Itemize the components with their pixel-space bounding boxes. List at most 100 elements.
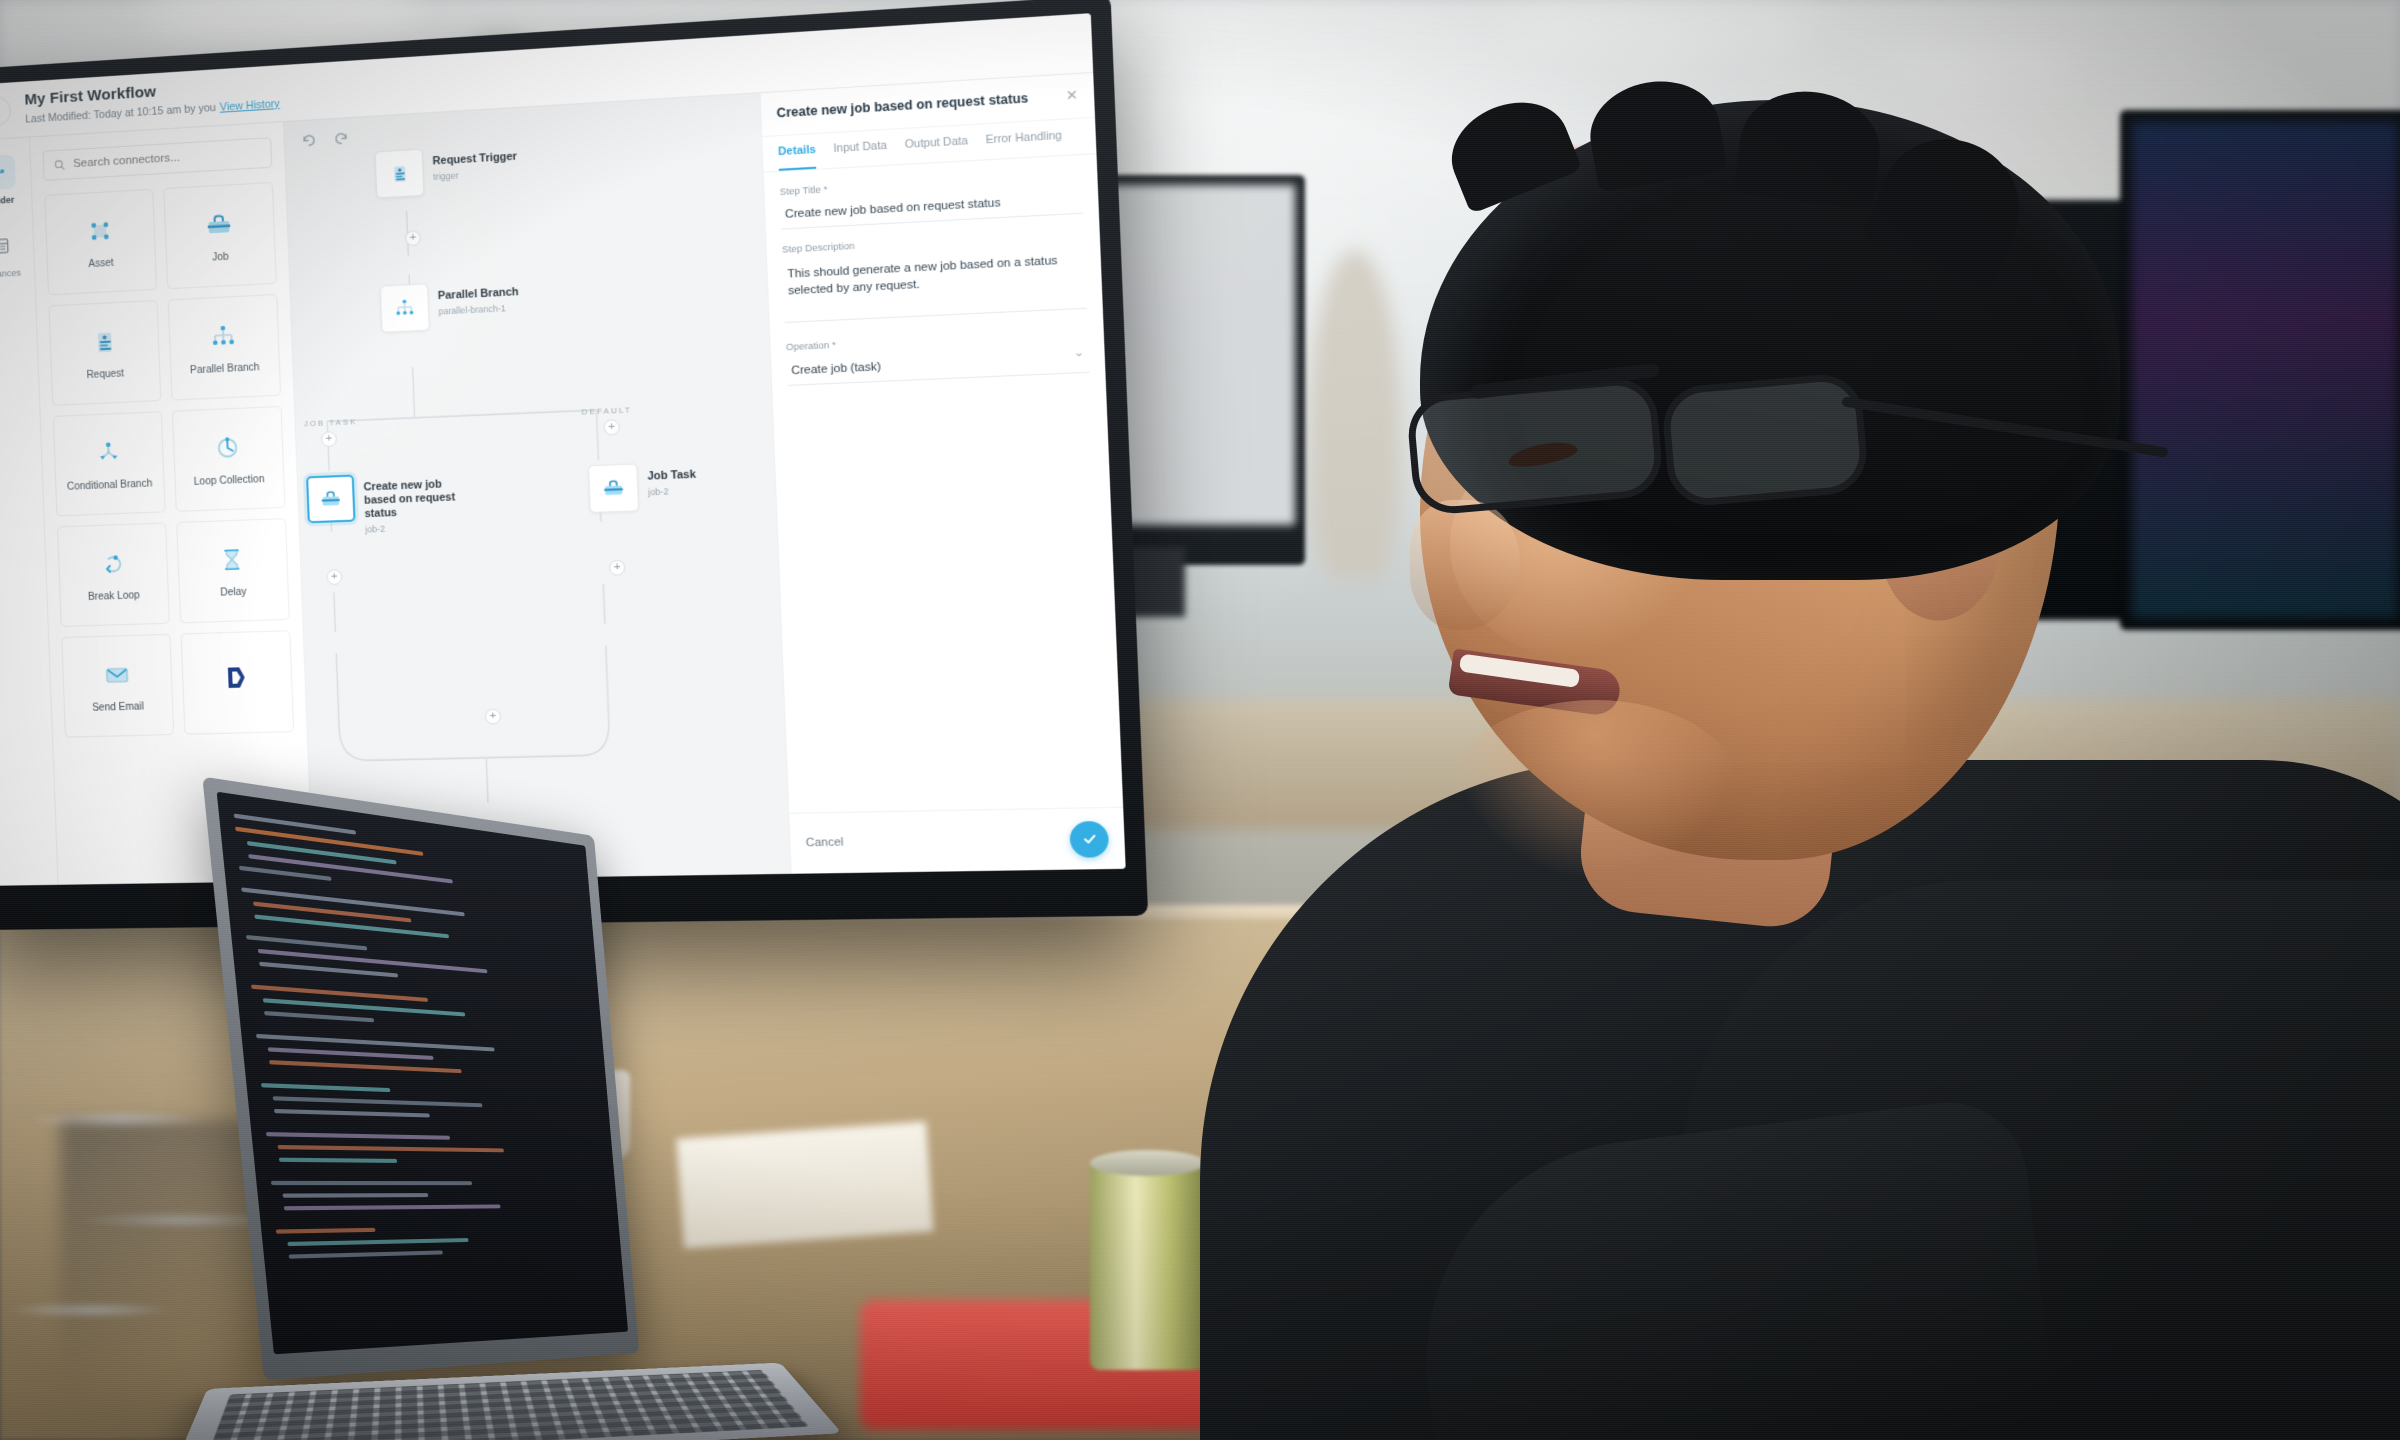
tab-output-data[interactable]: Output Data — [904, 125, 969, 164]
check-icon — [1080, 831, 1098, 847]
close-icon[interactable]: ✕ — [1066, 87, 1079, 105]
job-briefcase-icon — [321, 487, 340, 506]
submit-button[interactable] — [1069, 820, 1110, 858]
add-step-button[interactable]: + — [326, 569, 343, 586]
step-details-panel: Create new job based on request status ✕… — [759, 72, 1126, 874]
request-document-icon — [86, 324, 122, 360]
panel-title: Create new job based on request status — [776, 90, 1029, 121]
palette-card-label: Request — [86, 368, 125, 382]
connector-palette: Asset Job — [29, 122, 314, 885]
canvas-toolbar — [301, 130, 350, 154]
view-history-link[interactable]: View History — [220, 98, 280, 114]
node-title: Request Trigger — [432, 150, 518, 168]
glasses-lens-right — [1660, 371, 1870, 509]
brand-logo-icon — [219, 660, 255, 696]
palette-card-brand[interactable] — [180, 630, 295, 735]
canvas-node-job-task[interactable]: Job Task job-2 — [587, 461, 697, 514]
palette-card-label: Job — [211, 251, 229, 264]
request-document-icon — [394, 166, 406, 182]
palette-card-send-email[interactable]: Send Email — [61, 633, 174, 738]
search-icon — [54, 159, 65, 172]
parallel-branch-icon — [393, 299, 417, 316]
palette-card-label: Conditional Branch — [66, 478, 153, 493]
add-step-button[interactable]: + — [320, 431, 338, 448]
palette-card-label: Delay — [220, 586, 247, 599]
chevron-left-icon — [0, 105, 1, 118]
palette-card-label: Loop Collection — [193, 473, 265, 488]
break-loop-icon — [95, 546, 131, 581]
field-operation: Operation * — [786, 328, 1090, 386]
palette-card-request[interactable]: Request — [48, 299, 161, 406]
palette-card-break-loop[interactable]: Break Loop — [56, 522, 170, 627]
workflow-builder-app: My First Workflow Last Modified: Today a… — [0, 13, 1126, 886]
primary-monitor: My First Workflow Last Modified: Today a… — [0, 0, 1149, 931]
palette-card-loop-collection[interactable]: Loop Collection — [171, 405, 286, 512]
list-table-icon — [0, 228, 18, 264]
palette-card-delay[interactable]: Delay — [175, 518, 290, 624]
sidebar-item-builder[interactable]: Builder — [0, 154, 16, 208]
connector-card-grid: Asset Job Request Parallel Branch Condit… — [44, 181, 295, 738]
node-title: Job Task — [647, 468, 697, 483]
node-title: Create new job based on request status — [363, 478, 456, 521]
person-foreground — [1120, 0, 2400, 1440]
step-description-textarea[interactable]: This should generate a new job based on … — [782, 246, 1087, 323]
node-icon-box[interactable] — [587, 463, 640, 514]
redo-icon[interactable] — [333, 130, 349, 152]
laptop-keys — [206, 1369, 810, 1440]
laptop-lid — [202, 776, 640, 1381]
add-step-button[interactable]: + — [404, 230, 422, 247]
sidebar-item-instances[interactable]: Instances — [0, 228, 21, 281]
add-step-button[interactable]: + — [608, 559, 626, 576]
search-connectors-field[interactable] — [42, 137, 273, 181]
node-id: trigger — [432, 170, 459, 183]
palette-card-label: Send Email — [92, 701, 145, 714]
panel-form: Step Title * Step Description This shoul… — [764, 154, 1124, 813]
field-step-description: Step Description This should generate a … — [782, 229, 1087, 328]
canvas-node-create-new-job[interactable]: Create new job based on request status j… — [306, 470, 466, 537]
laptop — [150, 776, 910, 1440]
sidebar-item-label: Instances — [0, 267, 22, 280]
send-email-icon — [99, 657, 135, 692]
node-id: parallel-branch-1 — [438, 303, 507, 317]
add-step-button[interactable]: + — [484, 708, 502, 725]
tab-input-data[interactable]: Input Data — [833, 130, 888, 168]
workflow-branch-icon — [0, 154, 16, 191]
palette-card-asset[interactable]: Asset — [44, 188, 157, 296]
job-briefcase-icon — [604, 476, 623, 496]
delay-hourglass-icon — [214, 542, 250, 578]
eyeglasses — [1405, 362, 2169, 517]
sidebar-item-label: Builder — [0, 194, 15, 207]
node-icon-box[interactable] — [306, 474, 356, 524]
canvas-node-parallel-branch[interactable]: Parallel Branch parallel-branch-1 — [379, 279, 520, 333]
node-icon-box[interactable] — [379, 283, 430, 333]
palette-card-job[interactable]: Job — [162, 181, 277, 290]
branch-label-right: DEFAULT — [581, 405, 633, 417]
palette-card-conditional-branch[interactable]: Conditional Branch — [52, 411, 166, 517]
undo-icon[interactable] — [301, 132, 317, 154]
tab-details[interactable]: Details — [777, 134, 817, 171]
search-input[interactable] — [72, 146, 261, 171]
palette-card-label: Asset — [88, 257, 114, 271]
node-icon-box[interactable] — [374, 148, 425, 199]
add-step-button[interactable]: + — [603, 419, 621, 436]
palette-card-label: Break Loop — [87, 590, 140, 603]
node-meta: Job Task job-2 — [647, 461, 697, 498]
office-photo-scene: My First Workflow Last Modified: Today a… — [0, 0, 2400, 1440]
monitor-bezel: My First Workflow Last Modified: Today a… — [0, 13, 1126, 886]
branch-label-left: JOB TASK — [303, 416, 358, 429]
node-id: job-2 — [647, 486, 669, 498]
field-step-title: Step Title * — [780, 170, 1084, 230]
palette-card-parallel-branch[interactable]: Parallel Branch — [167, 293, 282, 401]
app-body: Builder Instances Search connectors... A… — [0, 72, 1126, 886]
tab-error-handling[interactable]: Error Handling — [985, 120, 1063, 160]
back-button[interactable] — [0, 95, 12, 127]
person-chin-highlight — [1450, 700, 1740, 880]
glasses-lens-left — [1405, 375, 1665, 517]
node-id: job-2 — [365, 523, 386, 535]
workflow-canvas[interactable]: Request Trigger trigger + Parallel Branc… — [283, 93, 791, 881]
workflow-title-block: My First Workflow Last Modified: Today a… — [24, 76, 280, 127]
node-title: Parallel Branch — [437, 285, 519, 303]
canvas-node-request-trigger[interactable]: Request Trigger trigger — [374, 143, 519, 199]
node-meta: Request Trigger trigger — [432, 143, 518, 183]
person-eye — [1506, 437, 1580, 471]
